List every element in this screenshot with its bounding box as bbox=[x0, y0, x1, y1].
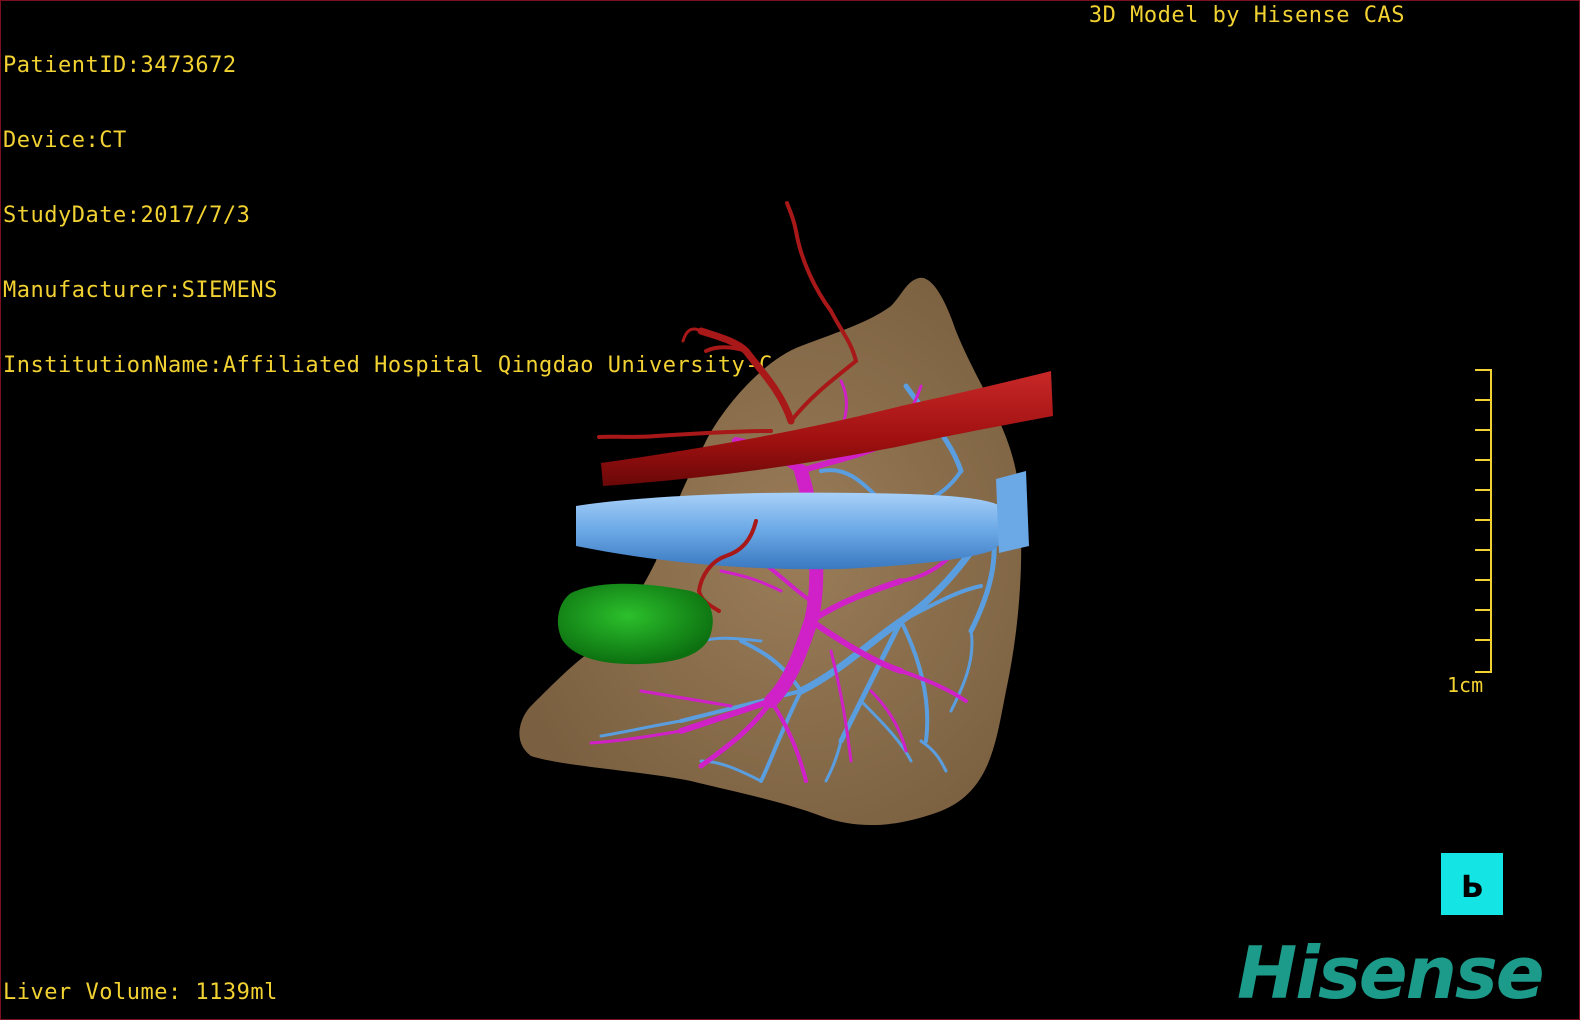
inferior-vena-cava-root bbox=[996, 471, 1029, 553]
inferior-vena-cava bbox=[576, 492, 1008, 570]
liver-3d-model[interactable] bbox=[1, 1, 1579, 1019]
orientation-cube[interactable]: P bbox=[1441, 853, 1503, 915]
liver-volume-text: Liver Volume: 1139ml bbox=[3, 980, 278, 1005]
lesion bbox=[557, 583, 713, 665]
scale-bar bbox=[1475, 369, 1492, 673]
orientation-letter: P bbox=[1461, 866, 1483, 902]
3d-viewport[interactable]: PatientID:3473672 Device:CT StudyDate:20… bbox=[0, 0, 1580, 1020]
hisense-logo: Hisense bbox=[1237, 931, 1545, 1015]
scale-label: 1cm bbox=[1447, 673, 1484, 697]
